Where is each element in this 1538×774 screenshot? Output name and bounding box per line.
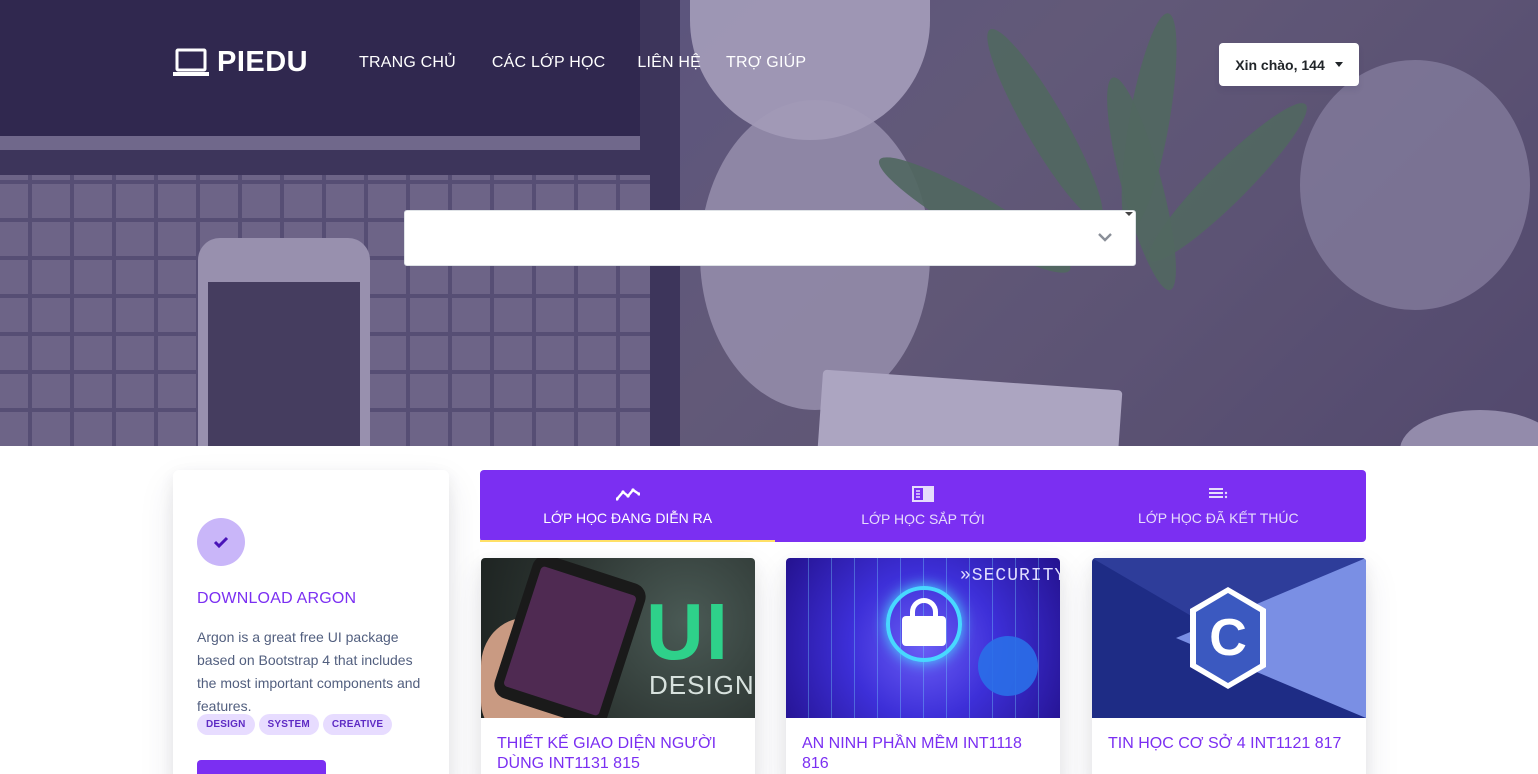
- brand-logo[interactable]: PIEDU: [173, 46, 308, 79]
- caret-down-icon: [1334, 62, 1343, 67]
- chevron-down-icon: [1098, 233, 1112, 242]
- course-card-security[interactable]: »SECURITY AN NINH PHẦN MỀM INT1118 816: [786, 558, 1060, 774]
- thumb-text-design: DESIGN: [649, 670, 755, 700]
- nav-item-home[interactable]: TRANG CHỦ: [359, 54, 456, 72]
- main-nav: TRANG CHỦ CÁC LỚP HỌC LIÊN HỆ TRỢ GIÚP: [359, 54, 842, 72]
- nav-item-classes[interactable]: CÁC LỚP HỌC: [492, 54, 605, 72]
- book-icon: [911, 485, 934, 502]
- thumb-text-security: »SECURITY: [960, 566, 1060, 586]
- course-card-ui-design[interactable]: UI DESIGN THIẾT KẾ GIAO DIỆN NGƯỜI DÙNG …: [481, 558, 755, 774]
- feature-action-button[interactable]: [197, 760, 326, 774]
- tab-ongoing-label: LỚP HỌC ĐANG DIỄN RA: [543, 509, 713, 526]
- tab-upcoming[interactable]: LỚP HỌC SẮP TỚI: [775, 470, 1070, 542]
- chart-line-icon: [615, 487, 640, 501]
- feature-description: Argon is a great free UI package based o…: [197, 629, 421, 714]
- tab-upcoming-label: LỚP HỌC SẮP TỚI: [861, 510, 985, 527]
- course-title[interactable]: AN NINH PHẦN MỀM INT1118 816: [802, 734, 1046, 774]
- course-thumbnail-ui-design: UI DESIGN: [481, 558, 755, 718]
- feature-card: DOWNLOAD ARGON Argon is a great free UI …: [173, 470, 449, 774]
- class-tabs: LỚP HỌC ĐANG DIỄN RA LỚP HỌC SẮP TỚI LỚP…: [480, 470, 1366, 542]
- course-card-computing[interactable]: C TIN HỌC CƠ SỞ 4 INT1121 817: [1092, 558, 1366, 774]
- user-greeting: Xin chào, 144: [1235, 56, 1325, 73]
- lock-icon: [902, 616, 946, 646]
- tab-ongoing[interactable]: LỚP HỌC ĐANG DIỄN RA: [480, 470, 776, 542]
- laptop-icon: [173, 48, 209, 76]
- feature-title: DOWNLOAD ARGON: [197, 590, 357, 607]
- tab-finished-label: LỚP HỌC ĐÃ KẾT THÚC: [1138, 509, 1299, 526]
- thumb-text-ui: UI: [646, 587, 730, 676]
- nav-item-help[interactable]: TRỢ GIÚP: [726, 54, 806, 72]
- thumb-text-c: C: [1209, 609, 1247, 667]
- course-thumbnail-security: »SECURITY: [786, 558, 1060, 718]
- small-caret-icon: [1125, 212, 1133, 216]
- nav-item-contact[interactable]: LIÊN HỆ: [637, 54, 701, 72]
- list-icon: [1209, 487, 1228, 498]
- course-thumbnail-c-language: C: [1092, 558, 1366, 718]
- c-language-logo-icon: C: [1190, 587, 1266, 689]
- badge-design: DESIGN: [197, 714, 255, 735]
- user-menu-button[interactable]: Xin chào, 144: [1219, 43, 1359, 86]
- badge-system: SYSTEM: [258, 714, 319, 735]
- check-icon: [197, 518, 245, 566]
- course-title[interactable]: THIẾT KẾ GIAO DIỆN NGƯỜI DÙNG INT1131 81…: [497, 734, 741, 774]
- brand-name: PIEDU: [217, 46, 309, 78]
- tab-finished[interactable]: LỚP HỌC ĐÃ KẾT THÚC: [1071, 470, 1366, 542]
- badge-creative: CREATIVE: [322, 714, 393, 735]
- class-search-select[interactable]: [404, 210, 1136, 266]
- course-title[interactable]: TIN HỌC CƠ SỞ 4 INT1121 817: [1108, 734, 1352, 754]
- feature-badges: DESIGN SYSTEM CREATIVE: [197, 714, 396, 735]
